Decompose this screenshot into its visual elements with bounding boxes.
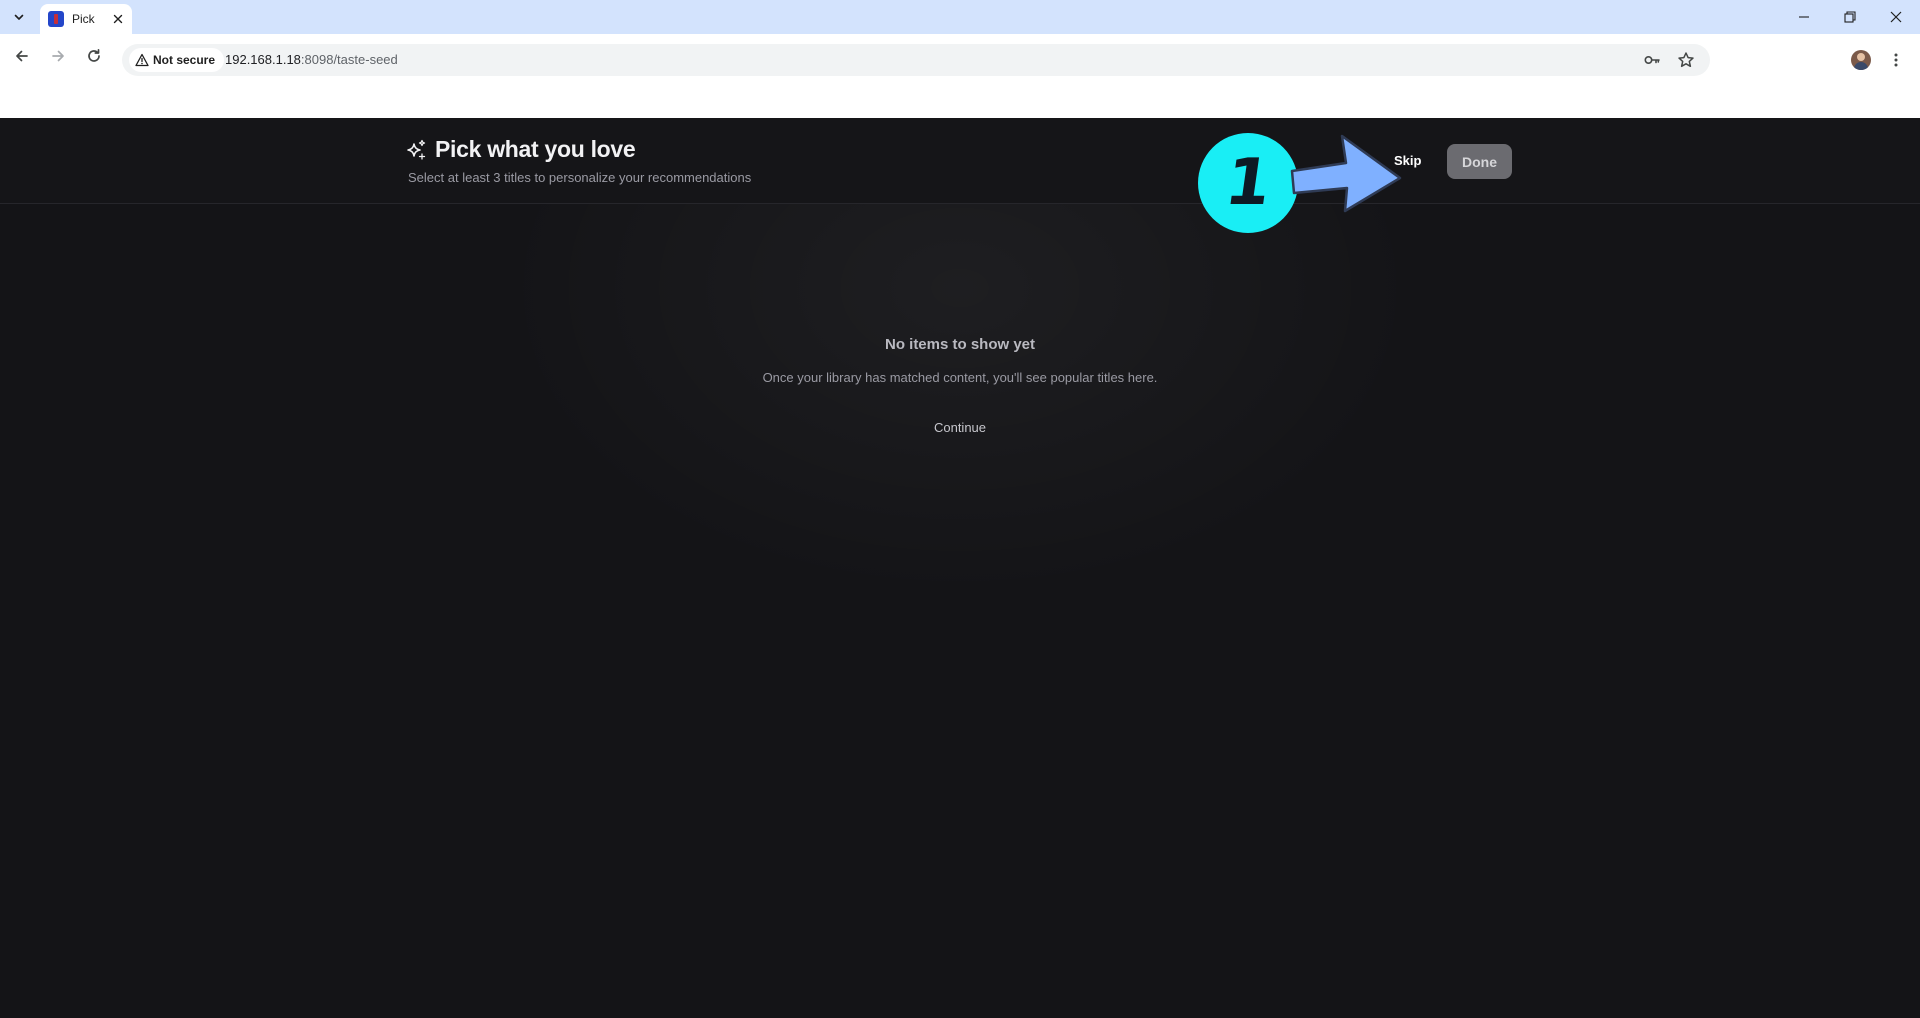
site-security-chip[interactable]: Not secure [129,48,225,72]
pointer-arrow-icon [1290,134,1402,213]
tab-close-button[interactable] [110,11,126,27]
app-favicon-icon [48,11,64,27]
security-label: Not secure [153,53,216,67]
address-bar[interactable]: Not secure 192.168.1.18:8098/taste-seed [122,44,1710,76]
reload-button[interactable] [80,42,108,70]
url-text[interactable]: 192.168.1.18:8098/taste-seed [225,52,398,67]
close-icon [1890,11,1902,23]
page-subtitle: Select at least 3 titles to personalize … [408,170,752,185]
empty-state-description: Once your library has matched content, y… [762,370,1158,385]
empty-state-title: No items to show yet [884,336,1036,353]
window-minimize-button[interactable] [1784,4,1824,30]
profile-avatar[interactable] [1851,50,1871,70]
warning-triangle-icon [135,53,149,67]
tab-search-button[interactable] [6,6,32,28]
forward-button[interactable] [44,42,72,70]
title-row: Pick what you love [407,136,636,163]
browser-tab-strip: Pick what you love [0,0,1920,34]
reload-icon [88,48,100,62]
arrow-left-icon [16,50,28,62]
sparkles-icon [407,139,426,160]
more-vertical-icon [1894,53,1898,67]
arrow-right-icon [52,50,64,62]
browser-toolbar: Not secure 192.168.1.18:8098/taste-seed [0,34,1920,118]
page-title: Pick what you love [435,136,636,162]
bookmark-button[interactable] [1676,50,1696,70]
window-restore-button[interactable] [1830,4,1870,30]
browser-tab-active[interactable]: Pick what you love [40,4,132,34]
step-number: 1 [1220,146,1276,220]
tab-title: Pick what you love [72,12,98,26]
page-header: Pick what you love Select at least 3 tit… [0,118,1920,204]
step-number-badge: 1 [1198,133,1298,233]
browser-menu-button[interactable] [1884,48,1908,72]
done-button[interactable]: Done [1447,144,1512,179]
url-host: 192.168.1.18 [225,52,301,67]
password-manager-button[interactable] [1642,50,1662,70]
restore-icon [1844,11,1856,23]
continue-button[interactable]: Continue [912,416,1008,438]
window-close-button[interactable] [1876,4,1916,30]
back-button[interactable] [8,42,36,70]
star-icon [1678,52,1694,68]
url-path: :8098/taste-seed [300,52,398,67]
close-icon [113,14,123,24]
chevron-down-icon [14,14,24,20]
key-icon [1644,56,1660,65]
taste-seed-page: Pick what you love Select at least 3 tit… [0,118,1920,1018]
background-glow [460,204,1460,624]
minimize-icon [1799,16,1809,18]
